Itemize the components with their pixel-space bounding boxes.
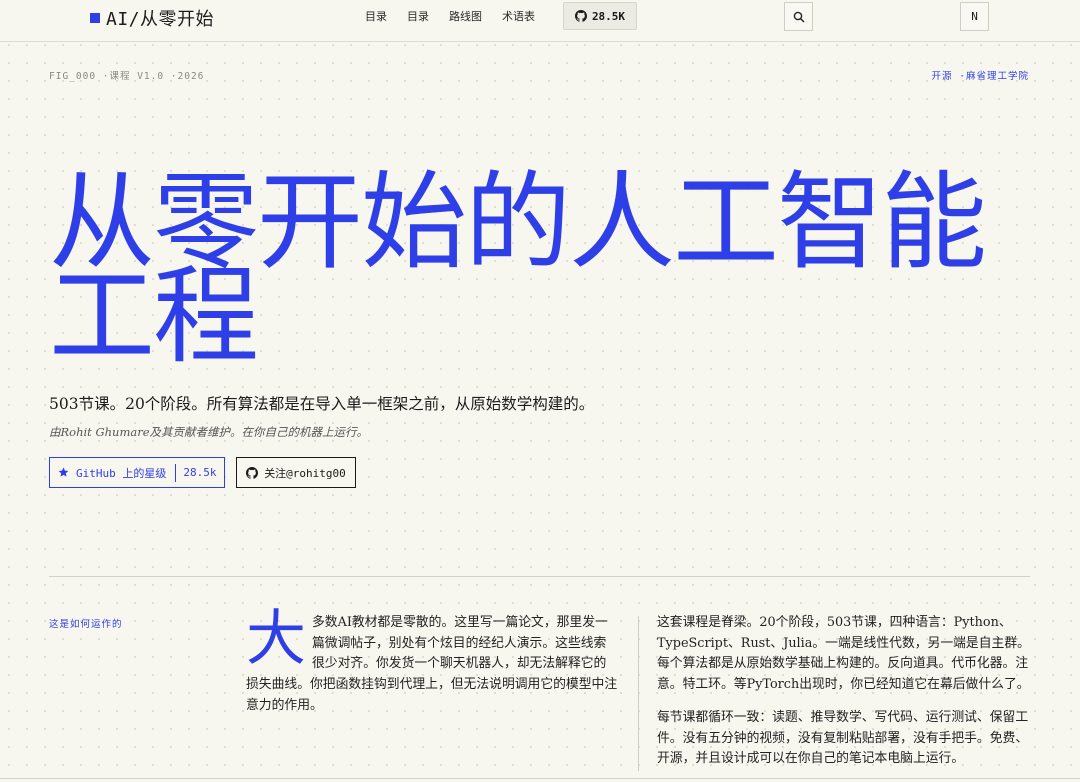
github-star-count: 28.5K <box>591 9 626 23</box>
brand-square-icon <box>90 13 100 23</box>
nav-link-glossary[interactable]: 术语表 <box>492 8 545 24</box>
button-divider <box>175 463 177 482</box>
column-divider <box>638 616 639 771</box>
star-button-count: 28.5k <box>183 466 217 479</box>
nav-link-contents-2[interactable]: 目录 <box>397 8 439 24</box>
star-button-label: GitHub 上的星级 <box>76 466 167 480</box>
brand-logo[interactable]: AI/从零开始 <box>90 5 214 31</box>
section-divider <box>49 576 1030 577</box>
nav-link-contents-1[interactable]: 目录 <box>355 8 397 24</box>
github-stars-button[interactable]: 28.5K <box>563 2 637 30</box>
search-icon <box>793 11 804 22</box>
intro-column: 大 多数AI教材都是零散的。这里写一篇论文，那里发一篇微调帖子，别处有个炫目的经… <box>246 604 618 717</box>
brand-name: AI/从零开始 <box>106 9 215 30</box>
nav-links: 目录 目录 路线图 术语表 <box>355 0 545 32</box>
detail-paragraph-1: 这套课程是脊梁。20个阶段，503节课，四种语言：Python、TypeScri… <box>657 615 1030 693</box>
github-star-button[interactable]: GitHub 上的星级 28.5k <box>49 457 225 488</box>
follow-button[interactable]: 关注@rohitg00 <box>236 457 356 488</box>
section-label: 这是如何运作的 <box>49 619 123 630</box>
detail-paragraph-2: 每节课都循环一致：读题、推导数学、写代码、运行测试、保留工件。没有五分钟的视频，… <box>657 709 1029 767</box>
byline: 由Rohit Ghumare及其贡献者维护。在你自己的机器上运行。 <box>49 425 369 439</box>
nav-link-roadmap[interactable]: 路线图 <box>439 8 492 24</box>
user-avatar-button[interactable]: N <box>960 2 989 31</box>
bottom-border <box>0 778 1080 779</box>
search-button[interactable] <box>784 2 813 31</box>
page-title: 从零开始的人工智能工程 <box>49 164 987 376</box>
github-icon <box>246 466 259 479</box>
star-icon <box>58 467 69 477</box>
license-meta: 开源 ·麻省理工学院 <box>931 71 1029 82</box>
drop-cap: 大 <box>246 604 306 674</box>
detail-column: 这套课程是脊梁。20个阶段，503节课，四种语言：Python、TypeScri… <box>657 613 1032 782</box>
page-subtitle: 503节课。20个阶段。所有算法都是在导入单一框架之前，从原始数学构建的。 <box>49 395 595 413</box>
github-icon <box>574 10 587 22</box>
figure-meta: FIG_000 ·课程 V1.0 ·2026 <box>49 71 205 82</box>
follow-button-label: 关注@rohitg00 <box>264 466 346 480</box>
top-nav: AI/从零开始 目录 目录 路线图 术语表 28.5K N <box>0 0 1080 42</box>
